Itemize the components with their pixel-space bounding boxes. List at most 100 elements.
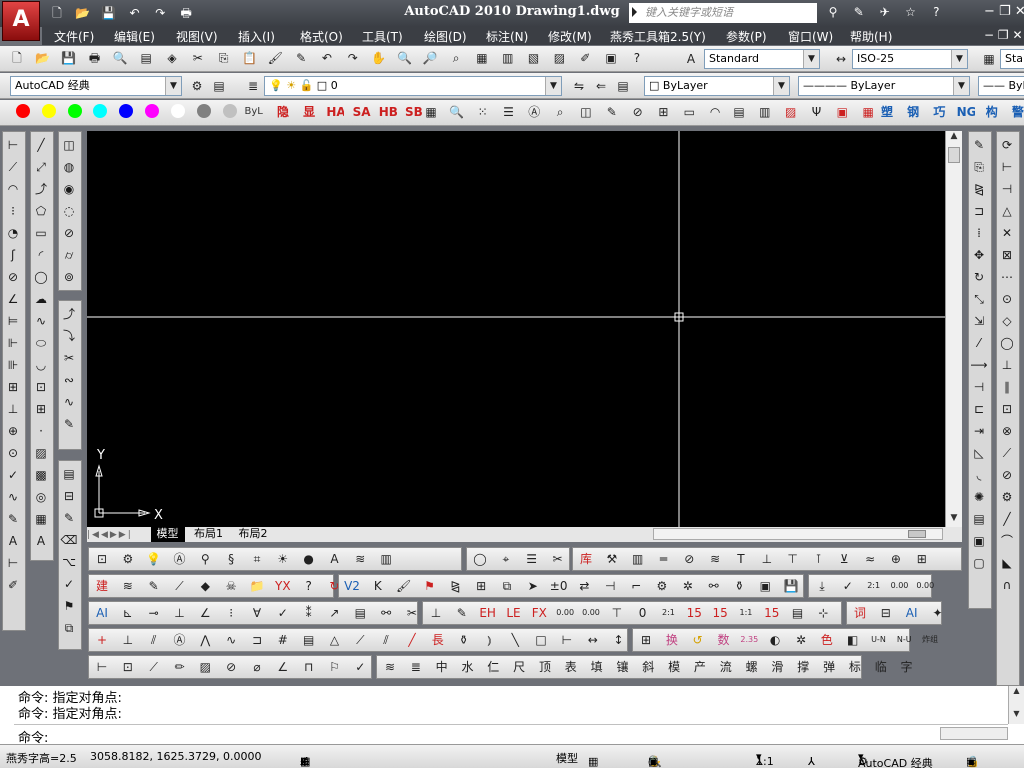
weld-icon[interactable]: ⟋ <box>145 658 163 676</box>
scale-pen-icon[interactable]: ✎ <box>453 604 471 622</box>
mirror-tri-icon[interactable]: ⧎ <box>446 577 464 595</box>
n-to-u-button[interactable]: N-U <box>895 631 913 649</box>
multiline-text-icon[interactable]: A <box>32 532 50 550</box>
xline-icon[interactable]: ⤢ <box>32 158 50 176</box>
snap-quadrant-icon[interactable]: ◇ <box>998 312 1016 330</box>
snap-from-icon[interactable]: ⊢ <box>998 158 1016 176</box>
save-edit-icon[interactable]: 💾 <box>782 577 800 595</box>
tab-nav-arrows-icon[interactable]: |◀◀▶▶| <box>87 530 147 540</box>
quickcalc-icon[interactable]: ▣ <box>602 49 620 67</box>
hscroll-thumb[interactable] <box>908 530 926 538</box>
snap-extension-icon[interactable]: ⋯ <box>998 268 1016 286</box>
folder-icon[interactable]: 📁 <box>248 577 266 595</box>
no-entry-icon[interactable]: ⊘ <box>629 103 647 121</box>
undo-icon[interactable]: ↶ <box>125 4 143 22</box>
bottle-line-icon[interactable]: ⚱ <box>455 631 473 649</box>
pan-icon[interactable]: ✋ <box>370 49 388 67</box>
table-draw-icon[interactable]: ▦ <box>32 510 50 528</box>
hatch-edit-icon[interactable]: ✎ <box>60 415 78 433</box>
dim-o-icon[interactable]: ⊸ <box>145 604 163 622</box>
ratio-check-icon[interactable]: ✓ <box>839 577 857 595</box>
show-button[interactable]: 显 <box>300 103 318 121</box>
temp-track-icon[interactable]: ⟳ <box>998 136 1016 154</box>
scale-0001-icon[interactable]: 0.00 <box>582 604 600 622</box>
continue-icon[interactable]: ⊪ <box>4 356 22 374</box>
polygon-icon[interactable]: ⬠ <box>32 202 50 220</box>
module-mold-button[interactable]: 模 <box>665 658 683 676</box>
group-icon[interactable]: ▤ <box>60 465 78 483</box>
layout-icon[interactable]: ▦ <box>859 103 877 121</box>
command-scrollbar[interactable]: ▲ ▼ <box>1008 686 1024 724</box>
baseline-icon[interactable]: ⊩ <box>4 334 22 352</box>
angular-icon[interactable]: ∠ <box>4 290 22 308</box>
diameter-sym2-icon[interactable]: ⌀ <box>248 658 266 676</box>
plot-preview-icon[interactable]: 🔍 <box>111 49 129 67</box>
check-icon[interactable]: ✓ <box>60 575 78 593</box>
search-input[interactable]: 键入关键字或短语 <box>629 3 817 23</box>
zoom-window-icon[interactable]: 🔎 <box>421 49 439 67</box>
hash-icon[interactable]: # <box>274 631 292 649</box>
bulb-icon[interactable]: 💡 <box>145 550 163 568</box>
drawing-minimize-button[interactable]: − <box>984 28 994 42</box>
scale-le-icon[interactable]: LE <box>504 604 522 622</box>
arc-length-icon[interactable]: ◠ <box>4 180 22 198</box>
module-inlay-button[interactable]: 镶 <box>613 658 631 676</box>
ellipse-icon[interactable]: ⬭ <box>32 334 50 352</box>
workspace-status-select[interactable]: ⚙ AutoCAD 经典 ▾ <box>858 750 933 768</box>
arc-draw-icon[interactable]: ◜ <box>32 246 50 264</box>
center-line-icon[interactable]: ⊥ <box>119 631 137 649</box>
module-text-button[interactable]: 字 <box>898 658 916 676</box>
u-to-n-button[interactable]: U-N <box>869 631 887 649</box>
application-menu-button[interactable]: A <box>2 1 40 41</box>
layer-walk-icon[interactable]: ▤ <box>970 510 988 528</box>
fan-icon[interactable]: ✲ <box>792 631 810 649</box>
scale-icon[interactable]: ⤡ <box>970 290 988 308</box>
color-lightgray-button[interactable] <box>222 103 237 118</box>
explode-group-button[interactable]: 炸组 <box>921 631 939 649</box>
ratio-down-icon[interactable]: ⤓ <box>813 577 831 595</box>
edit-polyline-icon[interactable]: ⤴ <box>60 305 78 323</box>
curve-icon[interactable]: ∾ <box>60 371 78 389</box>
scale-15-icon[interactable]: 15 <box>685 604 703 622</box>
rotate-convert-icon[interactable]: ↺ <box>689 631 707 649</box>
section-icon[interactable]: ⊚ <box>60 268 78 286</box>
xy-coord-icon[interactable]: ⌖ <box>497 550 515 568</box>
bolt-lib-icon[interactable]: ⊺ <box>809 550 827 568</box>
frame-h-icon[interactable]: ⊡ <box>119 658 137 676</box>
table-style-select[interactable]: Sta <box>1000 49 1024 69</box>
erase-icon[interactable]: ✎ <box>970 136 988 154</box>
lineweight-select[interactable]: —— ByL <box>978 76 1024 96</box>
zoom-realtime-icon[interactable]: 🔍 <box>395 49 413 67</box>
ha-button[interactable]: HA <box>326 103 344 121</box>
menu-draw[interactable]: 绘图(D) <box>424 28 467 45</box>
column-icon[interactable]: ▥ <box>629 550 647 568</box>
scroll-thumb[interactable] <box>948 147 960 163</box>
rotate-arrows-icon[interactable]: ⇄ <box>575 577 593 595</box>
copy-object-icon[interactable]: ⎘ <box>970 158 988 176</box>
center-mark-icon[interactable]: ⊙ <box>4 444 22 462</box>
square-line-icon[interactable]: □ <box>532 631 550 649</box>
zigzag-icon[interactable]: ⋀ <box>196 631 214 649</box>
pipe-icon[interactable]: ═ <box>654 550 672 568</box>
runner-icon[interactable]: Ψ <box>807 103 825 121</box>
zoom-previous-icon[interactable]: ⌕ <box>447 49 465 67</box>
cut-icon[interactable]: ✂ <box>189 49 207 67</box>
flag-icon[interactable]: ⚑ <box>60 597 78 615</box>
jogged-linear-icon[interactable]: ∿ <box>4 488 22 506</box>
rotate-icon[interactable]: ↻ <box>970 268 988 286</box>
ejector-icon[interactable]: ⊥ <box>758 550 776 568</box>
scale-tool-icon[interactable]: ⊥ <box>427 604 445 622</box>
aligned-dimension-icon[interactable]: ⟋ <box>4 158 22 176</box>
showmotion-icon[interactable]: ▣ <box>648 755 662 768</box>
annotation-scale-select[interactable]: ⅄ 1:1 ▾ <box>756 750 774 768</box>
ratio-0001-icon[interactable]: 0.00 <box>916 577 934 595</box>
sa-button[interactable]: SA <box>353 103 371 121</box>
extend-icon[interactable]: ⟶ <box>970 356 988 374</box>
search-expand-icon[interactable] <box>632 7 637 17</box>
menu-file[interactable]: 文件(F) <box>54 28 94 45</box>
ratio-21-icon[interactable]: 2:1 <box>865 577 883 595</box>
script-icon[interactable]: ✎ <box>145 577 163 595</box>
sphere-add-icon[interactable]: ◉ <box>60 180 78 198</box>
spline-edit-icon[interactable]: ∿ <box>60 393 78 411</box>
measure-icon[interactable]: ⌗ <box>248 550 266 568</box>
